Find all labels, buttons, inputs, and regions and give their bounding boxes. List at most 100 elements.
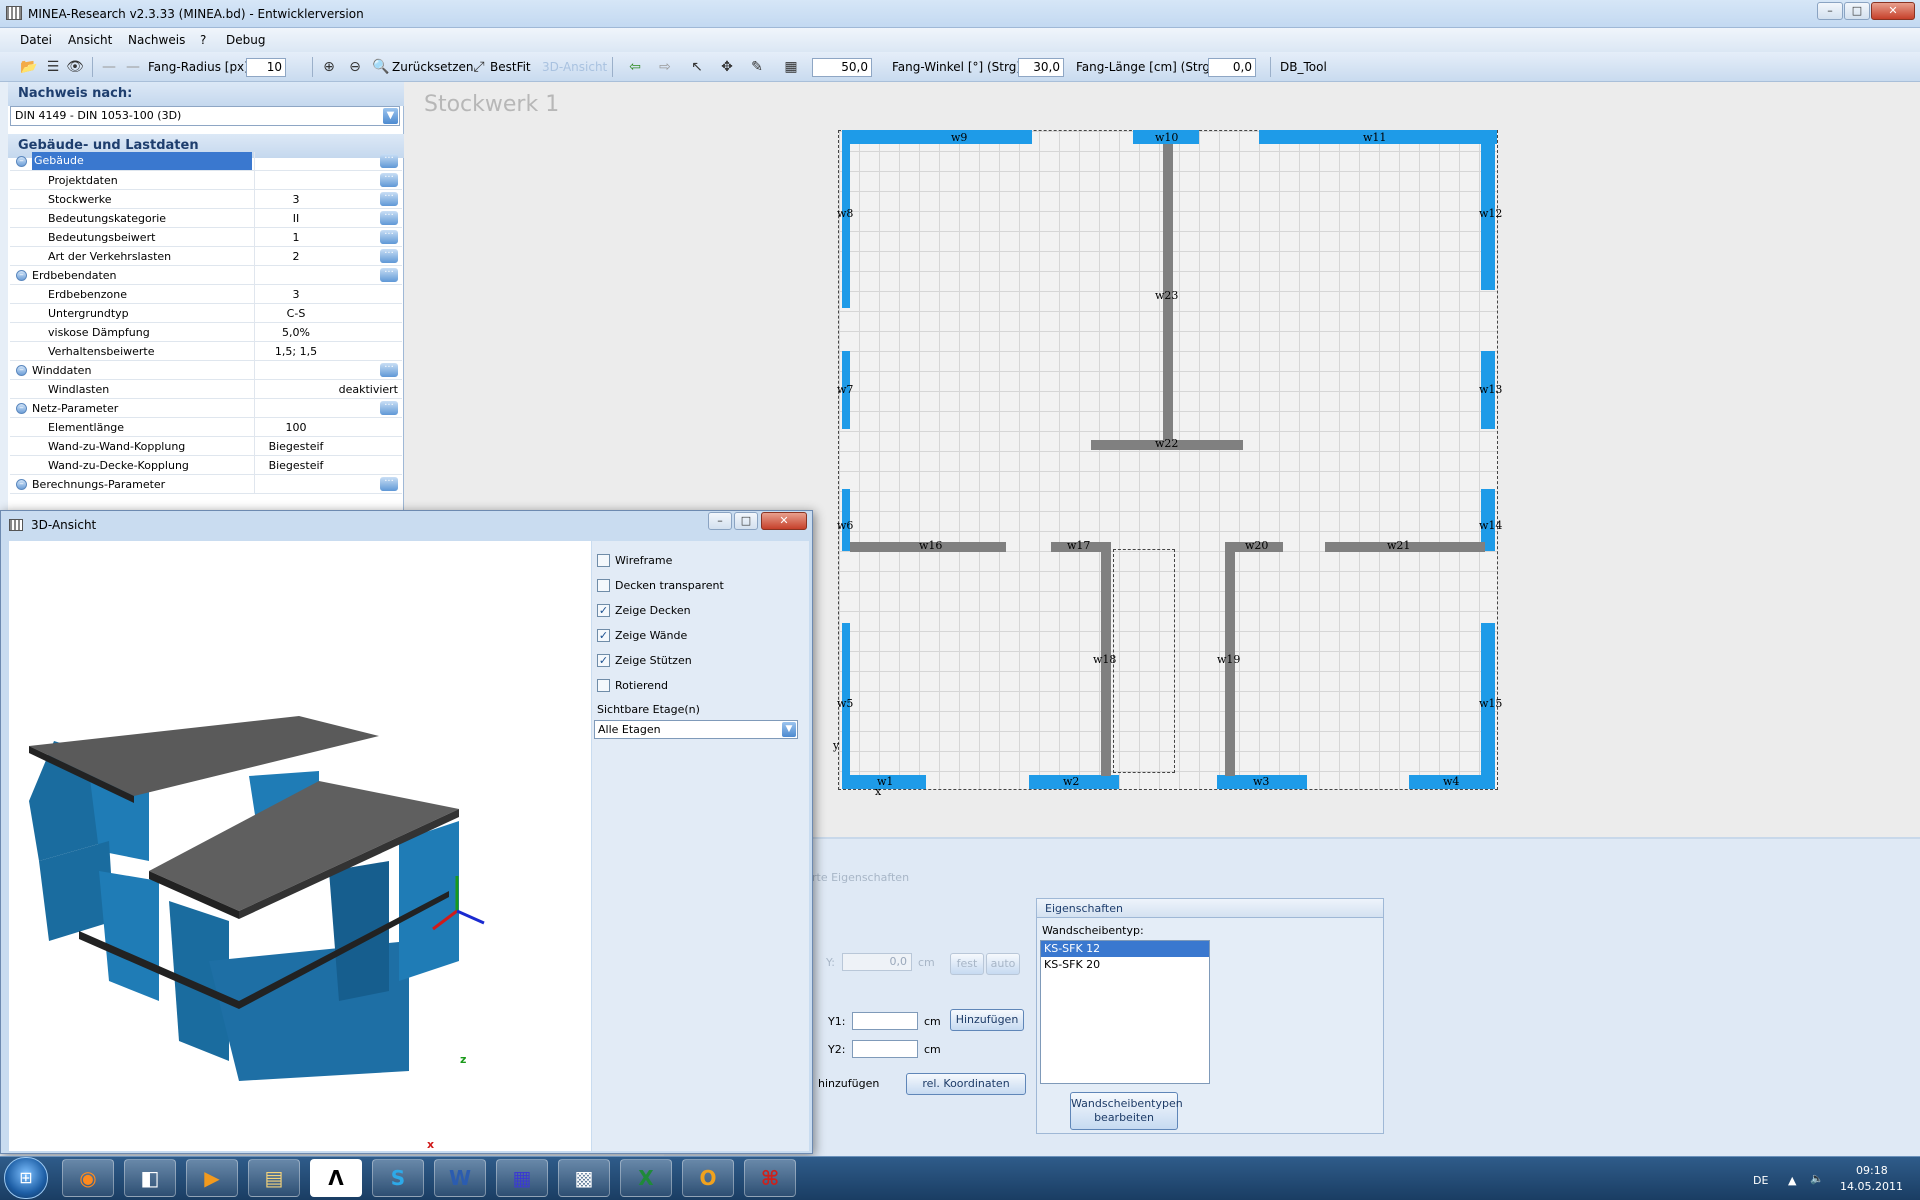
- property-value[interactable]: C-S: [256, 307, 336, 320]
- auto-button[interactable]: auto: [986, 953, 1020, 975]
- menu-help[interactable]: ?: [200, 33, 206, 47]
- checkmark-icon[interactable]: ✓: [597, 654, 610, 667]
- minimize-button[interactable]: –: [1817, 2, 1843, 20]
- grid-icon[interactable]: ▦: [782, 58, 800, 76]
- close-button[interactable]: ✕: [1871, 2, 1915, 20]
- property-row[interactable]: Erdbebenzone 3: [10, 285, 402, 304]
- search-icon[interactable]: 🔍: [372, 58, 390, 76]
- ellipsis-button[interactable]: ···: [380, 363, 398, 377]
- minimize-button[interactable]: –: [708, 512, 732, 530]
- clock-time[interactable]: 09:18: [1856, 1164, 1888, 1177]
- property-value[interactable]: 2: [256, 250, 336, 263]
- option-checkbox[interactable]: Wireframe: [597, 552, 797, 570]
- chevron-down-icon[interactable]: ▼: [782, 722, 796, 737]
- property-value[interactable]: 3: [256, 193, 336, 206]
- maximize-button[interactable]: □: [1844, 2, 1870, 20]
- line-icon[interactable]: —: [100, 58, 118, 76]
- property-value[interactable]: 1,5; 1,5: [256, 345, 336, 358]
- ellipsis-button[interactable]: ···: [380, 154, 398, 168]
- tab-eigenschaften[interactable]: rte Eigenschaften: [812, 871, 909, 884]
- maximize-button[interactable]: □: [734, 512, 758, 530]
- floor-plan-grid[interactable]: w9 w10 w11 w8 w12 w23 w7 w13 w22 w6 w14 …: [833, 130, 1502, 798]
- property-row[interactable]: Projektdaten ···: [10, 171, 402, 190]
- list-icon[interactable]: ☰: [44, 58, 62, 76]
- property-value[interactable]: 100: [256, 421, 336, 434]
- start-button[interactable]: ⊞: [4, 1157, 48, 1199]
- property-row[interactable]: viskose Dämpfung 5,0%: [10, 323, 402, 342]
- wandscheibentypen-bearbeiten-button[interactable]: Wandscheibentypen bearbeiten: [1070, 1092, 1183, 1130]
- property-row[interactable]: Stockwerke 3 ···: [10, 190, 402, 209]
- list-item[interactable]: KS-SFK 20: [1041, 957, 1209, 973]
- property-row[interactable]: – Berechnungs-Parameter ···: [10, 475, 402, 494]
- menu-datei[interactable]: Datei: [20, 33, 52, 47]
- option-checkbox[interactable]: ✓ Zeige Wände: [597, 627, 797, 645]
- fang-radius-input[interactable]: 10: [246, 58, 286, 77]
- property-value[interactable]: deaktiviert: [339, 383, 398, 396]
- ellipsis-button[interactable]: ···: [380, 230, 398, 244]
- y-field[interactable]: 0,0: [842, 953, 912, 971]
- property-row[interactable]: Wand-zu-Decke-Kopplung Biegesteif: [10, 456, 402, 475]
- property-row[interactable]: – Winddaten ···: [10, 361, 402, 380]
- property-value[interactable]: 5,0%: [256, 326, 336, 339]
- fang-laenge-input[interactable]: 0,0: [1208, 58, 1256, 77]
- ellipsis-button[interactable]: ···: [380, 249, 398, 263]
- clock-date[interactable]: 14.05.2011: [1840, 1180, 1903, 1193]
- property-row[interactable]: Untergrundtyp C-S: [10, 304, 402, 323]
- hinzufuegen-button[interactable]: Hinzufügen: [950, 1009, 1024, 1031]
- bestfit-icon[interactable]: ⤢: [470, 58, 488, 76]
- excel-icon[interactable]: X: [620, 1159, 672, 1197]
- ellipsis-button[interactable]: ···: [380, 192, 398, 206]
- property-value[interactable]: Biegesteif: [256, 440, 336, 453]
- volume-icon[interactable]: 🔈: [1810, 1172, 1824, 1185]
- property-row[interactable]: Bedeutungskategorie II ···: [10, 209, 402, 228]
- chevron-down-icon[interactable]: ▼: [383, 108, 398, 124]
- firefox-icon[interactable]: ◉: [62, 1159, 114, 1197]
- property-value[interactable]: II: [256, 212, 336, 225]
- outlook-icon[interactable]: O: [682, 1159, 734, 1197]
- skype-icon[interactable]: S: [372, 1159, 424, 1197]
- y2-field[interactable]: [852, 1040, 918, 1058]
- wall-w9[interactable]: [842, 130, 1032, 144]
- arrow-left-icon[interactable]: ⇦: [626, 58, 644, 76]
- media-player-icon[interactable]: ▶: [186, 1159, 238, 1197]
- option-checkbox[interactable]: ✓ Zeige Stützen: [597, 652, 797, 670]
- close-button[interactable]: ✕: [761, 512, 807, 530]
- wandscheibentyp-list[interactable]: KS-SFK 12 KS-SFK 20: [1040, 940, 1210, 1084]
- property-value[interactable]: 1: [256, 231, 336, 244]
- zuruecksetzen-button[interactable]: Zurücksetzen: [392, 56, 474, 78]
- fest-button[interactable]: fest: [950, 953, 984, 975]
- cube-icon[interactable]: ▦: [496, 1159, 548, 1197]
- property-row[interactable]: – Erdbebendaten ···: [10, 266, 402, 285]
- pencil-icon[interactable]: ✎: [748, 58, 766, 76]
- y1-field[interactable]: [852, 1012, 918, 1030]
- property-row[interactable]: – Gebäude ···: [10, 152, 402, 171]
- move-icon[interactable]: ✥: [718, 58, 736, 76]
- open-folder-icon[interactable]: 📂: [20, 58, 38, 76]
- arrow-right-icon[interactable]: ⇨: [656, 58, 674, 76]
- menu-nachweis[interactable]: Nachweis: [128, 33, 185, 47]
- list-item[interactable]: KS-SFK 12: [1041, 941, 1209, 957]
- property-row[interactable]: Bedeutungsbeiwert 1 ···: [10, 228, 402, 247]
- checkmark-icon[interactable]: ✓: [597, 604, 610, 617]
- menu-debug[interactable]: Debug: [226, 33, 265, 47]
- collapse-icon[interactable]: –: [16, 365, 27, 376]
- pointer-icon[interactable]: ↖: [688, 58, 706, 76]
- zoom-in-icon[interactable]: ⊕: [320, 58, 338, 76]
- property-row[interactable]: Verhaltensbeiwerte 1,5; 1,5: [10, 342, 402, 361]
- collapse-icon[interactable]: –: [16, 479, 27, 490]
- checkbox-icon[interactable]: [597, 579, 610, 592]
- chevron-up-icon[interactable]: ▲: [1788, 1174, 1796, 1187]
- property-value[interactable]: Biegesteif: [256, 459, 336, 472]
- ellipsis-button[interactable]: ···: [380, 401, 398, 415]
- property-row[interactable]: – Netz-Parameter ···: [10, 399, 402, 418]
- 3d-viewport[interactable]: z x: [9, 541, 591, 1151]
- line2-icon[interactable]: —: [124, 58, 142, 76]
- ellipsis-button[interactable]: ···: [380, 173, 398, 187]
- option-checkbox[interactable]: ✓ Zeige Decken: [597, 602, 797, 620]
- ellipsis-button[interactable]: ···: [380, 477, 398, 491]
- checkmark-icon[interactable]: ✓: [597, 629, 610, 642]
- fang-winkel-input[interactable]: 30,0: [1018, 58, 1064, 77]
- word-icon[interactable]: W: [434, 1159, 486, 1197]
- ansicht3d-button[interactable]: 3D-Ansicht: [542, 56, 607, 78]
- eye-icon[interactable]: 👁: [66, 58, 84, 76]
